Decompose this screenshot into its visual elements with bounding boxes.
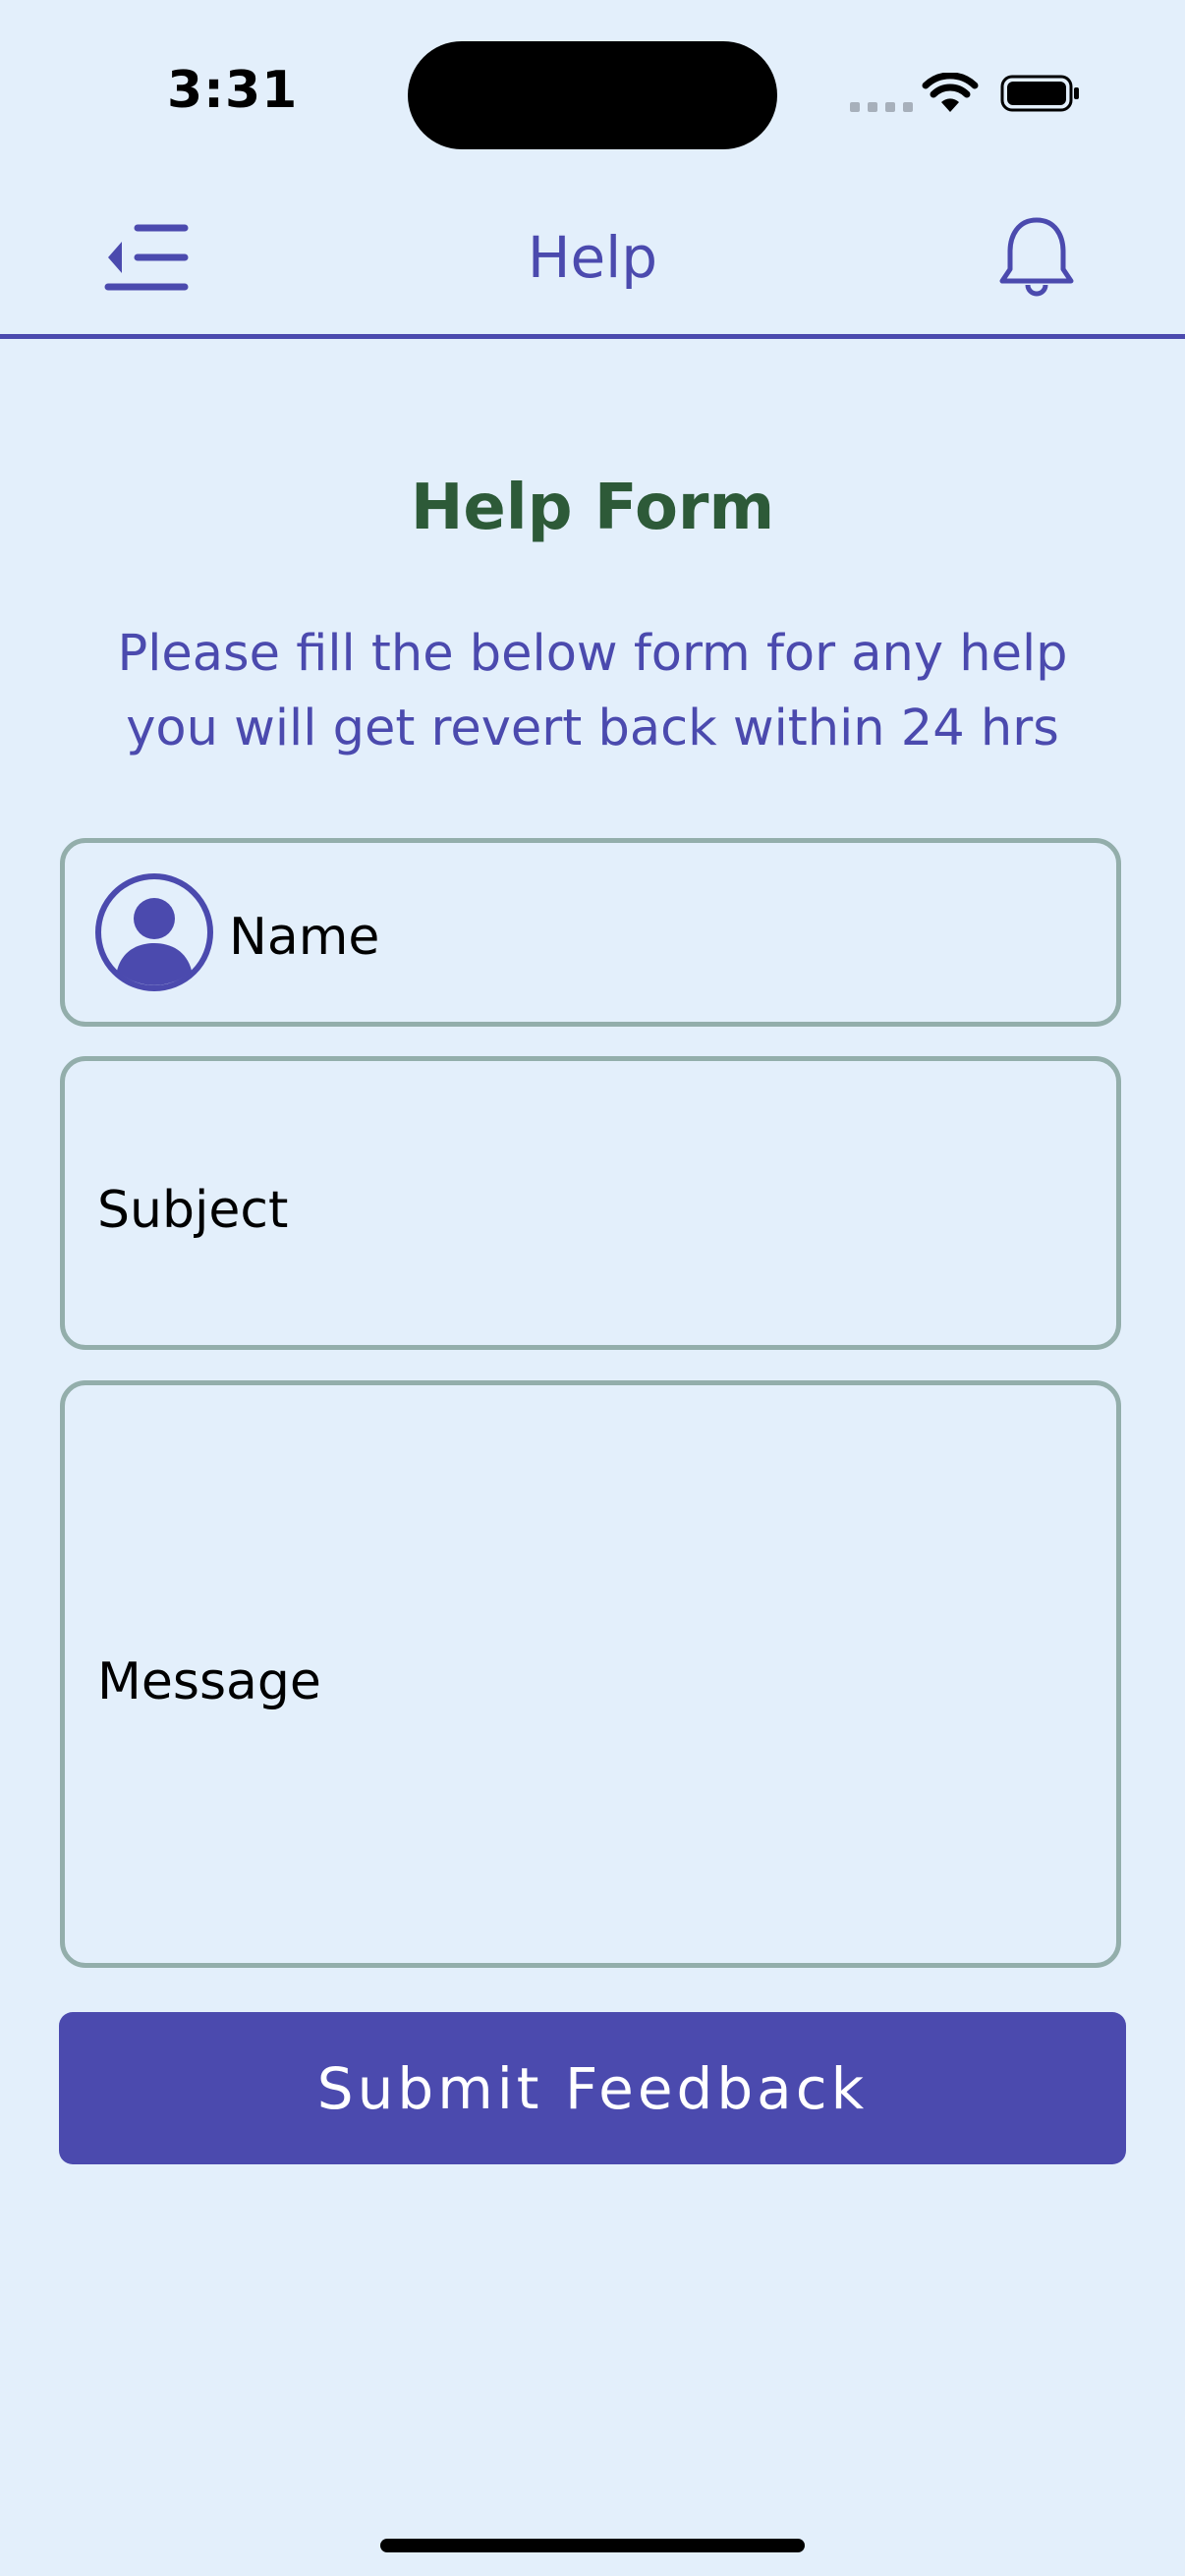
battery-icon (1000, 75, 1079, 112)
top-navigation-bar: Help (0, 177, 1185, 339)
form-title: Help Form (410, 472, 775, 544)
status-time: 3:31 (167, 61, 299, 120)
status-bar: 3:31 (0, 0, 1185, 177)
name-field[interactable]: Name (60, 838, 1121, 1027)
bell-icon (999, 217, 1074, 297)
subject-field[interactable]: Subject (60, 1056, 1121, 1350)
notifications-button[interactable] (994, 212, 1079, 301)
dynamic-island (408, 41, 777, 149)
submit-feedback-button[interactable]: Submit Feedback (59, 2012, 1126, 2164)
home-indicator (380, 2539, 805, 2552)
message-field[interactable]: Message (60, 1380, 1121, 1968)
message-placeholder: Message (97, 1652, 321, 1711)
subject-placeholder: Subject (97, 1181, 289, 1240)
name-placeholder: Name (229, 908, 380, 967)
cellular-signal-icon (850, 102, 913, 112)
user-avatar-icon (95, 873, 213, 991)
form-description: Please fill the below form for any help … (117, 625, 1068, 757)
wifi-icon (922, 73, 979, 112)
